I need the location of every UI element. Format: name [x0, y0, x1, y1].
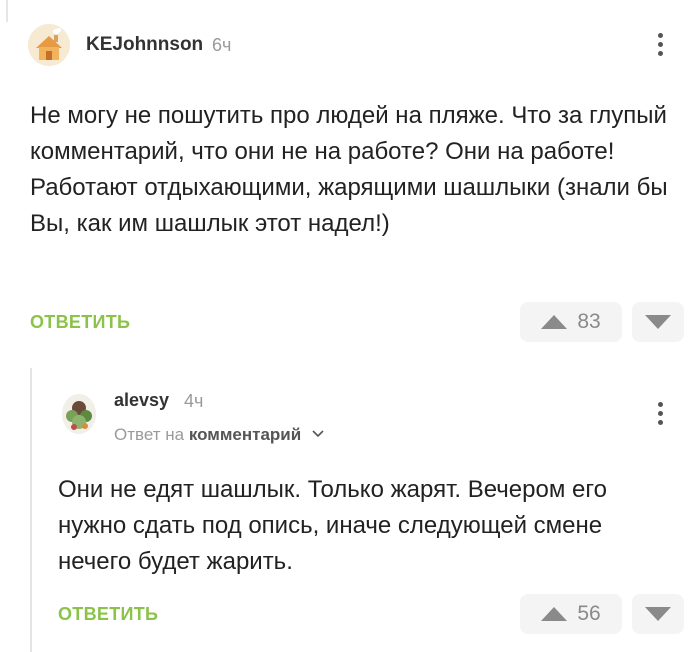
reply-button[interactable]: ОТВЕТИТЬ	[58, 604, 158, 625]
upvote-button[interactable]: 56	[520, 594, 622, 634]
comment-kejohnnson: KEJohnnson 6ч Не могу не пошутить про лю…	[0, 0, 700, 352]
rating-count: 56	[577, 602, 601, 625]
downvote-button[interactable]	[632, 302, 684, 342]
triangle-up-icon	[541, 315, 568, 329]
kebab-menu-icon[interactable]	[658, 33, 664, 56]
comment-time: 6ч	[212, 35, 232, 55]
reply-to-link[interactable]: Ответ на комментарий	[114, 425, 324, 445]
avatar-house-image	[28, 24, 70, 66]
reply-to-prefix: Ответ на	[114, 425, 185, 444]
triangle-down-icon	[645, 315, 671, 329]
comment-text: Не могу не пошутить про людей на пляже. …	[30, 102, 668, 237]
triangle-up-icon	[541, 607, 568, 621]
avatar[interactable]	[28, 24, 70, 66]
username[interactable]: KEJohnnson	[86, 34, 203, 56]
thread-line	[30, 368, 32, 652]
kebab-menu-icon[interactable]	[658, 402, 664, 425]
upvote-button[interactable]: 83	[520, 302, 622, 342]
rating-count: 83	[577, 310, 601, 333]
reply-to-target: комментарий	[188, 425, 302, 444]
avatar-plant-image	[62, 394, 96, 434]
triangle-down-icon	[645, 607, 671, 621]
comment-text: Они не едят шашлык. Только жарят. Вечеро…	[58, 476, 607, 575]
comment-time: 4ч	[184, 391, 204, 411]
username[interactable]: alevsy	[114, 390, 169, 411]
chevron-down-icon	[312, 430, 324, 438]
comment-alevsy: alevsy 4ч Ответ на комментарий Они не ед…	[0, 368, 700, 652]
avatar[interactable]	[62, 394, 96, 434]
downvote-button[interactable]	[632, 594, 684, 634]
reply-button[interactable]: ОТВЕТИТЬ	[30, 312, 130, 333]
